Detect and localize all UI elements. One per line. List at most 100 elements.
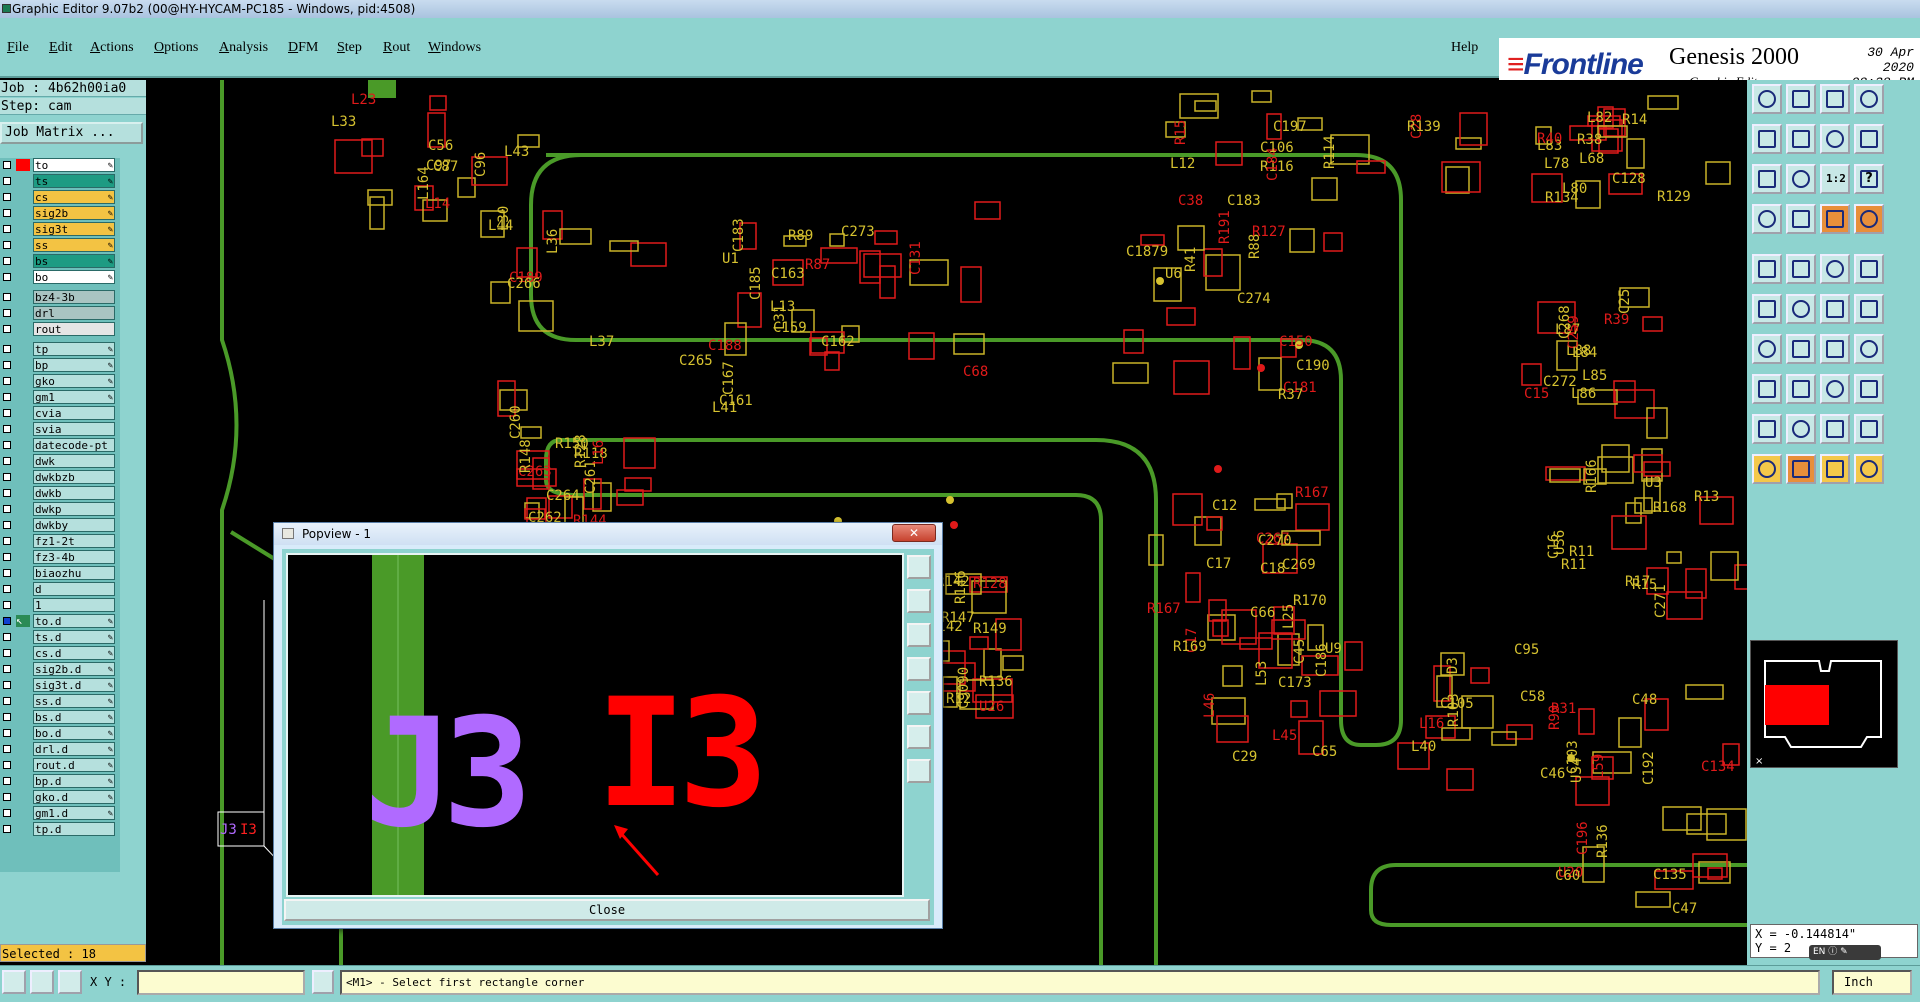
center-button[interactable] bbox=[1786, 164, 1816, 194]
layer-name[interactable]: gko.d ✎ bbox=[33, 790, 115, 804]
layer-checkbox[interactable] bbox=[3, 409, 11, 417]
layer-row-drl[interactable]: drl bbox=[0, 306, 118, 320]
layer-display-swatch[interactable] bbox=[16, 175, 30, 187]
arrow-button[interactable] bbox=[1854, 294, 1884, 324]
layer-checkbox[interactable] bbox=[3, 457, 11, 465]
layer-checkbox[interactable] bbox=[3, 345, 11, 353]
ratio-button[interactable]: 1:2 bbox=[1820, 164, 1850, 194]
layer-row-sig2b.d[interactable]: sig2b.d ✎ bbox=[0, 662, 118, 676]
layer-row-rout.d[interactable]: rout.d ✎ bbox=[0, 758, 118, 772]
job-matrix-button[interactable]: Job Matrix ... bbox=[0, 122, 143, 144]
pad-add-button[interactable] bbox=[1752, 374, 1782, 404]
layer-display-swatch[interactable] bbox=[16, 535, 30, 547]
zoom-in-button[interactable] bbox=[1752, 124, 1782, 154]
layer-row-rout[interactable]: rout bbox=[0, 322, 118, 336]
layer-row-gm1.d[interactable]: gm1.d ✎ bbox=[0, 806, 118, 820]
layer-row-bp[interactable]: bp ✎ bbox=[0, 358, 118, 372]
layer-row-sig3t.d[interactable]: sig3t.d ✎ bbox=[0, 678, 118, 692]
layer-name[interactable]: drl.d ✎ bbox=[33, 742, 115, 756]
zoom-area-button[interactable] bbox=[1820, 124, 1850, 154]
layer-display-swatch[interactable] bbox=[16, 159, 30, 171]
layer-name[interactable]: biaozhu bbox=[33, 566, 115, 580]
route-button[interactable] bbox=[1752, 294, 1782, 324]
layer-checkbox[interactable] bbox=[3, 569, 11, 577]
layer-checkbox[interactable] bbox=[3, 473, 11, 481]
layer-display-swatch[interactable] bbox=[16, 391, 30, 403]
layer-checkbox[interactable] bbox=[3, 177, 11, 185]
layer-checkbox[interactable] bbox=[3, 537, 11, 545]
layer-name[interactable]: dwk bbox=[33, 454, 115, 468]
draw-line-button[interactable] bbox=[1786, 334, 1816, 364]
layer-name[interactable]: drl bbox=[33, 306, 115, 320]
layer-name[interactable]: to ✎ bbox=[33, 158, 115, 172]
layer-checkbox[interactable] bbox=[3, 729, 11, 737]
layer-display-swatch[interactable] bbox=[16, 743, 30, 755]
pads-button[interactable] bbox=[1854, 204, 1884, 234]
layer-display-swatch[interactable] bbox=[16, 599, 30, 611]
layer-row-dwk[interactable]: dwk bbox=[0, 454, 118, 468]
menu-options[interactable]: Options bbox=[154, 40, 198, 56]
menu-step[interactable]: Step bbox=[337, 40, 362, 56]
layer-name[interactable]: sig2b.d ✎ bbox=[33, 662, 115, 676]
layers-button[interactable] bbox=[1854, 84, 1884, 114]
layer-name[interactable]: to.d ✎ bbox=[33, 614, 115, 628]
layer-row-bs[interactable]: bs ✎ bbox=[0, 254, 118, 268]
layer-row-ts.d[interactable]: ts.d ✎ bbox=[0, 630, 118, 644]
layer-row-dwkby[interactable]: dwkby bbox=[0, 518, 118, 532]
menu-edit[interactable]: Edit bbox=[49, 40, 72, 56]
layer-row-sig3t[interactable]: sig3t ✎ bbox=[0, 222, 118, 236]
layer-row-dwkbzb[interactable]: dwkbzb bbox=[0, 470, 118, 484]
popview-tool-pan[interactable] bbox=[907, 759, 931, 783]
layer-display-swatch[interactable] bbox=[16, 631, 30, 643]
layer-row-biaozhu[interactable]: biaozhu bbox=[0, 566, 118, 580]
angle-tool-button[interactable] bbox=[30, 970, 54, 994]
layer-name[interactable]: cs ✎ bbox=[33, 190, 115, 204]
layer-name[interactable]: rout.d ✎ bbox=[33, 758, 115, 772]
a-button[interactable] bbox=[1786, 414, 1816, 444]
layer-name[interactable]: sig2b ✎ bbox=[33, 206, 115, 220]
layer-checkbox[interactable] bbox=[3, 665, 11, 673]
layer-checkbox[interactable] bbox=[3, 489, 11, 497]
layer-checkbox[interactable] bbox=[3, 257, 11, 265]
feature-button[interactable] bbox=[1854, 334, 1884, 364]
layer-display-swatch[interactable] bbox=[16, 191, 30, 203]
layer-checkbox[interactable] bbox=[3, 505, 11, 513]
layer-display-swatch[interactable] bbox=[16, 647, 30, 659]
layer-name[interactable]: dwkby bbox=[33, 518, 115, 532]
layer-row-svia[interactable]: svia bbox=[0, 422, 118, 436]
layer-row-to[interactable]: to ✎ bbox=[0, 158, 118, 172]
select-button[interactable] bbox=[1752, 254, 1782, 284]
layer-checkbox[interactable] bbox=[3, 441, 11, 449]
layer-name[interactable]: gm1.d ✎ bbox=[33, 806, 115, 820]
zoom-out-button[interactable] bbox=[1786, 124, 1816, 154]
layer-checkbox[interactable] bbox=[3, 697, 11, 705]
layer-checkbox[interactable] bbox=[3, 793, 11, 801]
layer-display-swatch[interactable] bbox=[16, 271, 30, 283]
popview-tool-next[interactable] bbox=[907, 691, 931, 715]
layer-checkbox[interactable] bbox=[3, 225, 11, 233]
layer-display-swatch[interactable] bbox=[16, 487, 30, 499]
layer-display-swatch[interactable] bbox=[16, 551, 30, 563]
layer-display-swatch[interactable] bbox=[16, 375, 30, 387]
measure-button[interactable] bbox=[1752, 204, 1782, 234]
menu-rout[interactable]: Rout bbox=[383, 40, 410, 56]
node-button[interactable] bbox=[1820, 294, 1850, 324]
layer-row-sig2b[interactable]: sig2b ✎ bbox=[0, 206, 118, 220]
delete-button[interactable] bbox=[1786, 374, 1816, 404]
home-button[interactable] bbox=[1820, 84, 1850, 114]
layer-row-ss.d[interactable]: ss.d ✎ bbox=[0, 694, 118, 708]
layer-name[interactable]: bo.d ✎ bbox=[33, 726, 115, 740]
layer-name[interactable]: svia bbox=[33, 422, 115, 436]
layer-checkbox[interactable] bbox=[3, 361, 11, 369]
move-button[interactable] bbox=[1820, 374, 1850, 404]
snap-button[interactable] bbox=[1752, 84, 1782, 114]
popview-close-button[interactable]: Close bbox=[284, 899, 930, 921]
layer-display-swatch[interactable] bbox=[16, 455, 30, 467]
layer-name[interactable]: bz4-3b bbox=[33, 290, 115, 304]
layer-display-swatch[interactable] bbox=[16, 407, 30, 419]
units-selector[interactable]: Inch bbox=[1832, 970, 1912, 995]
popview-canvas[interactable]: J3 I3 bbox=[286, 553, 904, 897]
polygon-button[interactable] bbox=[1786, 254, 1816, 284]
layer-checkbox[interactable] bbox=[3, 377, 11, 385]
layer-row-bo[interactable]: bo ✎ bbox=[0, 270, 118, 284]
